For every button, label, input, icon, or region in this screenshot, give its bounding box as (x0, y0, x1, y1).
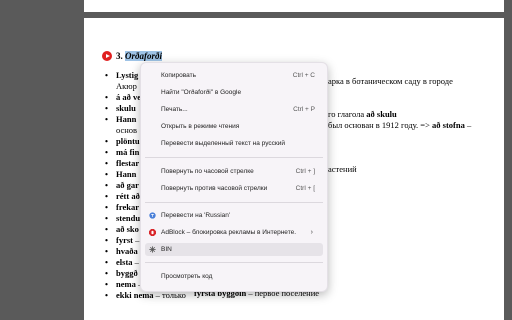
list-item-term: stendu (116, 213, 141, 223)
list-item-term: að gar (116, 180, 139, 190)
list-item-term: Hann (116, 169, 137, 179)
list-item-term: elsta (116, 257, 133, 267)
menu-item-reading-mode[interactable]: Открыть в режиме чтения (145, 120, 323, 133)
menu-separator (145, 157, 323, 158)
menu-item-rotate-clockwise[interactable]: Повернуть по часовой стрелке Ctrl + ] (145, 165, 323, 178)
list-item-term: fyrst (116, 235, 133, 245)
list-item-term: frekar (116, 202, 139, 212)
play-icon (102, 51, 112, 61)
translate-icon (149, 212, 156, 219)
list-item-term: flestar (116, 158, 140, 168)
menu-item-translate-russian[interactable]: Перевести на 'Russian' (145, 209, 323, 222)
text-line: го глагола að skulu (328, 109, 397, 119)
list-item-term: nema (116, 279, 136, 289)
list-item-term: á að ve (116, 92, 142, 102)
menu-item-rotate-counterclockwise[interactable]: Повернуть против часовой стрелки Ctrl + … (145, 182, 323, 195)
list-item-term: rétt að (116, 191, 140, 201)
section-heading: 3. Orðaforði (116, 51, 163, 61)
list-item-term: plöntu (116, 136, 140, 146)
list-item-text: – (132, 257, 139, 267)
text-line: астений (328, 164, 357, 174)
menu-item-translate-selection[interactable]: Перевести выделенный текст на русский (145, 137, 323, 150)
context-menu: Копировать Ctrl + C Найти "Orðaforði" в … (140, 62, 328, 292)
list-item-term: má fin (116, 147, 140, 157)
list-item-term: að sko (116, 224, 139, 234)
list-item-text: основ (116, 125, 138, 135)
menu-item-adblock[interactable]: AdBlock – блокировка рекламы в Интернете… (145, 226, 323, 239)
list-item-term: skulu (116, 103, 136, 113)
bin-extension-icon (149, 246, 156, 253)
list-item-term: Lystig (116, 70, 139, 80)
list-item-term: hvaða (116, 246, 138, 256)
list-item-text: – (133, 235, 140, 245)
menu-item-inspect[interactable]: Просмотреть код (145, 270, 323, 283)
list-item-text: Акюр (116, 81, 137, 91)
menu-item-copy[interactable]: Копировать Ctrl + C (145, 69, 323, 82)
adblock-icon (149, 229, 156, 236)
heading-number: 3. (116, 51, 123, 61)
list-item-term: byggð (116, 268, 138, 278)
list-item-term: Hann (116, 114, 137, 124)
text-line: арка в ботаническом саду в городе (328, 76, 453, 86)
submenu-arrow-icon: › (310, 229, 313, 236)
text-line: был основан в 1912 году. => að stofna – (328, 120, 472, 130)
menu-item-bin[interactable]: BIN (145, 243, 323, 256)
menu-separator (145, 262, 323, 263)
menu-item-search-google[interactable]: Найти "Orðaforði" в Google (145, 86, 323, 99)
menu-separator (145, 202, 323, 203)
heading-word-selected[interactable]: Orðaforði (125, 51, 163, 61)
menu-item-print[interactable]: Печать... Ctrl + P (145, 103, 323, 116)
